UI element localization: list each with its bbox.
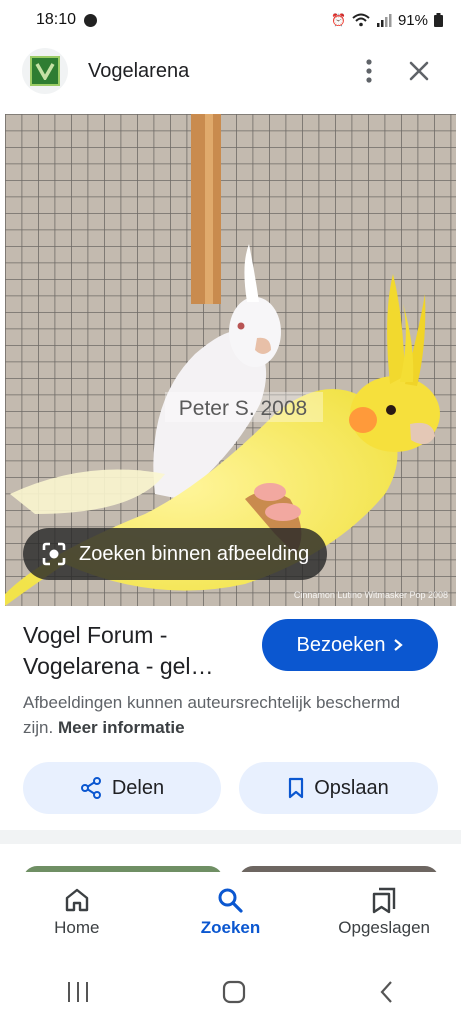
result-image[interactable]: Peter S. 2008 Zoeken binnen afbeelding C… — [5, 114, 456, 606]
notification-icon — [84, 13, 98, 27]
site-logo — [22, 48, 68, 94]
nav-search-label: Zoeken — [200, 918, 261, 937]
collections-icon — [372, 887, 396, 914]
result-title[interactable]: Vogel Forum - Vogelarena - gel… — [23, 620, 253, 682]
close-button[interactable] — [399, 51, 439, 91]
save-label: Opslaan — [314, 776, 389, 799]
bookmark-icon — [289, 777, 304, 799]
app-header: Vogelarena — [0, 40, 461, 102]
lens-label: Zoeken binnen afbeelding — [79, 542, 310, 565]
wifi-icon — [352, 13, 370, 27]
nav-search[interactable]: Zoeken — [160, 886, 300, 938]
alarm-icon: ⏰ — [331, 13, 346, 27]
more-icon — [366, 59, 372, 83]
battery-icon — [434, 13, 443, 27]
lens-icon — [42, 542, 66, 566]
copyright-notice: Afbeeldingen kunnen auteursrechtelijk be… — [23, 690, 423, 740]
bottom-navigation: Home Zoeken Opgeslagen — [0, 872, 461, 960]
back-icon[interactable] — [379, 980, 395, 1004]
search-inside-image-button[interactable]: Zoeken binnen afbeelding — [23, 528, 328, 580]
signal-icon — [376, 14, 392, 27]
status-bar: 18:10 ⏰ 91% — [0, 0, 461, 40]
nav-saved-label: Opgeslagen — [338, 918, 430, 937]
home-icon — [65, 888, 89, 912]
share-button[interactable]: Delen — [23, 762, 221, 814]
image-caption: Cinnamon Lutino Witmasker Pop 2008 — [293, 590, 448, 600]
battery-percent: 91% — [397, 11, 428, 29]
nav-saved[interactable]: Opgeslagen — [314, 886, 454, 938]
search-icon — [218, 888, 244, 913]
save-button[interactable]: Opslaan — [239, 762, 438, 814]
share-icon — [80, 777, 101, 799]
nav-home[interactable]: Home — [7, 886, 147, 938]
watermark-text: Peter S. 2008 — [179, 397, 307, 420]
more-info-link[interactable]: Meer informatie — [58, 718, 185, 737]
system-navigation-bar — [0, 960, 461, 1024]
more-options-button[interactable] — [349, 51, 389, 91]
vogelarena-logo-icon — [30, 56, 60, 86]
close-icon — [409, 61, 429, 81]
visit-button[interactable]: Bezoeken — [262, 619, 438, 671]
site-title: Vogelarena — [88, 59, 190, 82]
home-system-icon[interactable] — [222, 980, 246, 1004]
share-label: Delen — [111, 776, 165, 799]
visit-label: Bezoeken — [296, 633, 386, 656]
section-divider — [0, 830, 461, 844]
nav-home-label: Home — [54, 918, 100, 937]
status-time: 18:10 — [36, 11, 77, 28]
chevron-right-icon — [394, 639, 404, 651]
recent-apps-icon[interactable] — [66, 981, 90, 1003]
